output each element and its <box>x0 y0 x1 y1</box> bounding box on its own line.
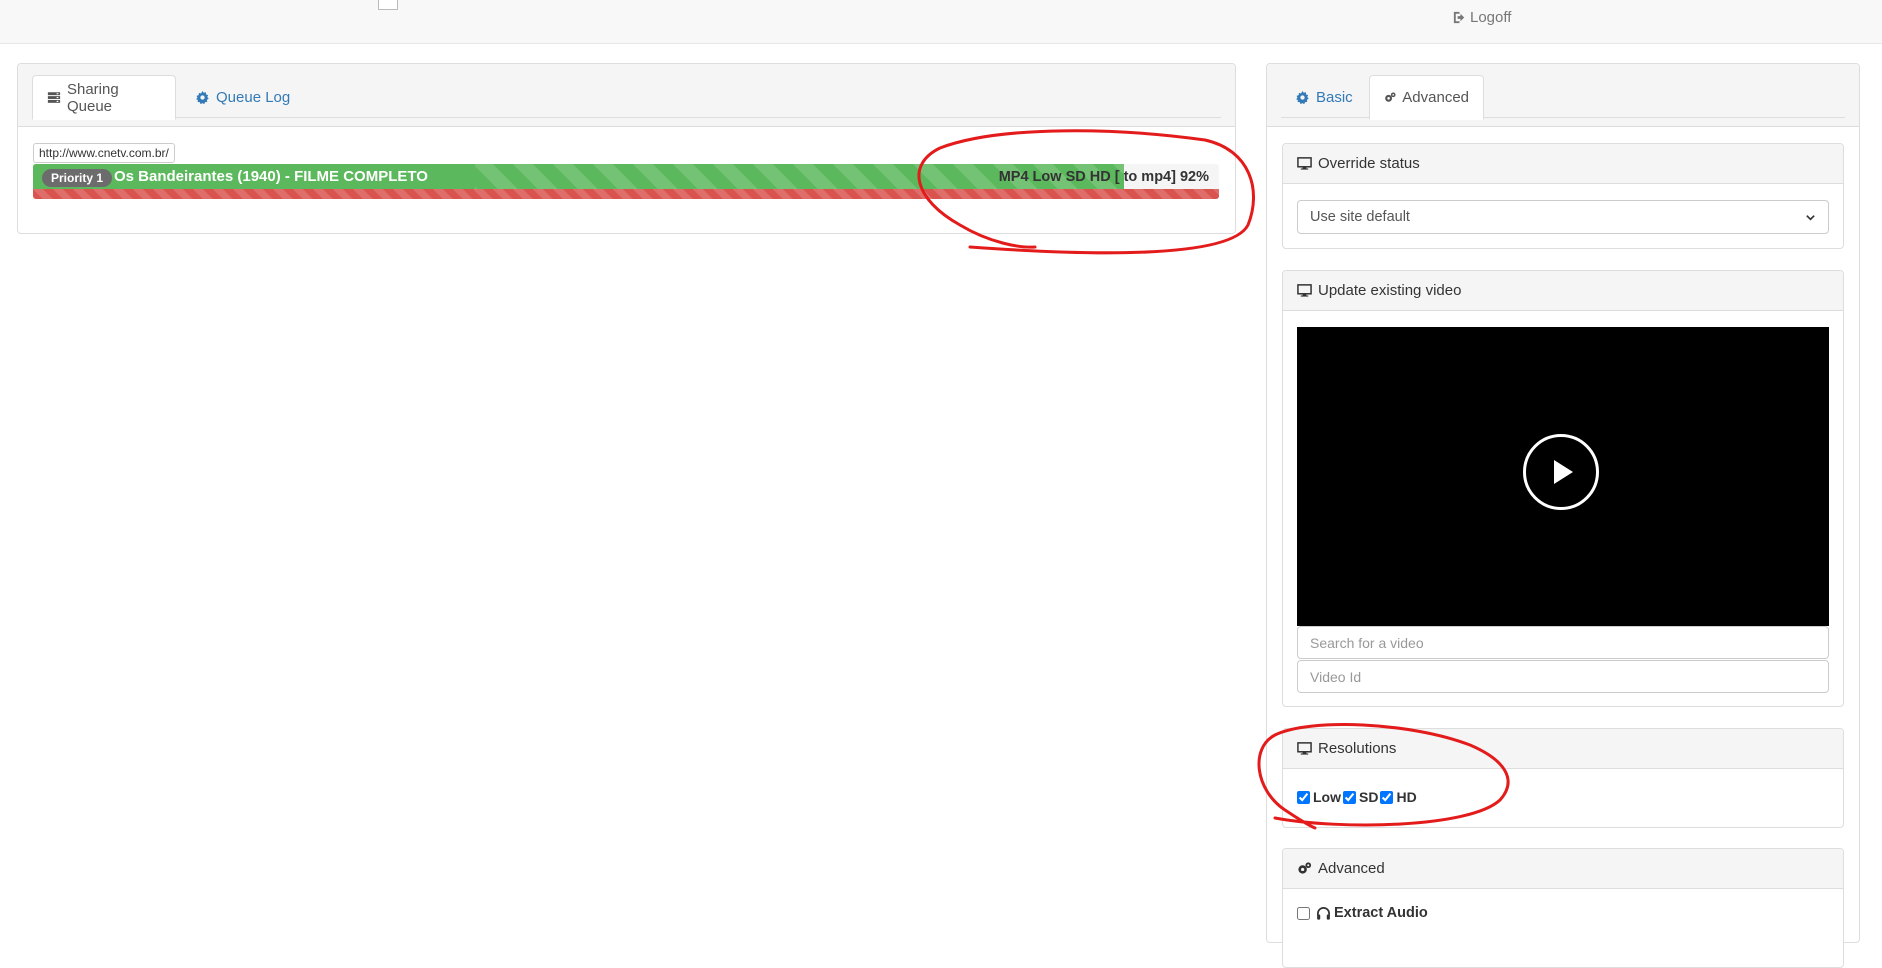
tab-basic-label: Basic <box>1316 89 1353 106</box>
queue-item-progress: Priority 1 Os Bandeirantes (1940) - FILM… <box>33 164 1219 199</box>
video-search-input[interactable] <box>1297 626 1829 659</box>
update-video-panel: Update existing video <box>1282 270 1844 707</box>
monitor-icon <box>1297 742 1312 755</box>
queue-tabs-heading: Sharing Queue Queue Log <box>18 64 1235 127</box>
resolution-sd-label: SD <box>1359 789 1379 805</box>
monitor-icon <box>1297 284 1312 297</box>
override-status-heading: Override status <box>1283 144 1843 184</box>
queue-panel: Sharing Queue Queue Log <box>17 63 1236 234</box>
resolution-hd-label: HD <box>1396 789 1417 805</box>
resolution-options: Low SD HD <box>1297 789 1419 805</box>
resolution-low-checkbox[interactable] <box>1297 790 1310 804</box>
tab-queue-log-label: Queue Log <box>216 89 291 106</box>
priority-badge: Priority 1 <box>42 169 113 187</box>
override-status-select[interactable]: Use site default <box>1297 200 1829 234</box>
override-status-title: Override status <box>1318 155 1420 172</box>
resolutions-title: Resolutions <box>1318 740 1397 757</box>
advanced-heading: Advanced <box>1283 849 1843 889</box>
monitor-icon <box>1297 157 1312 170</box>
extract-audio-option[interactable]: Extract Audio <box>1297 905 1428 921</box>
resolution-sd-checkbox[interactable] <box>1343 790 1356 804</box>
settings-tabs-heading: Basic Advanced <box>1267 64 1859 127</box>
video-id-input[interactable] <box>1297 660 1829 693</box>
queue-item-url[interactable]: http://www.cnetv.com.br/ <box>33 143 175 163</box>
tab-queue-log[interactable]: Queue Log <box>181 75 304 120</box>
queue-item-status: MP4 Low SD HD [ to mp4] 92% <box>998 169 1209 185</box>
server-icon <box>47 92 61 103</box>
logo-image <box>378 0 398 10</box>
resolution-low-label: Low <box>1313 789 1341 805</box>
override-status-value: Use site default <box>1310 209 1410 225</box>
logoff-label: Logoff <box>1470 9 1512 26</box>
video-player[interactable] <box>1297 327 1829 626</box>
resolution-hd-option[interactable]: HD <box>1380 789 1417 805</box>
update-video-title: Update existing video <box>1318 282 1462 299</box>
cogs-icon <box>1298 862 1312 874</box>
queue-item-title: Os Bandeirantes (1940) - FILME COMPLETO <box>114 168 428 185</box>
cogs-icon <box>1385 92 1396 102</box>
resolution-low-option[interactable]: Low <box>1297 789 1341 805</box>
progress-bar-error-stripe <box>33 189 1219 199</box>
update-video-heading: Update existing video <box>1283 271 1843 311</box>
resolution-hd-checkbox[interactable] <box>1380 790 1394 804</box>
tab-sharing-queue[interactable]: Sharing Queue <box>32 75 176 120</box>
override-status-panel: Override status Use site default <box>1282 143 1844 249</box>
chevron-down-icon <box>1806 214 1815 221</box>
tab-advanced-label: Advanced <box>1402 89 1469 106</box>
advanced-panel: Advanced Extract Audio <box>1282 848 1844 968</box>
extract-audio-checkbox[interactable] <box>1297 906 1310 920</box>
gear-icon <box>196 90 209 105</box>
headphones-icon <box>1317 906 1330 920</box>
gear-icon <box>1296 90 1309 105</box>
extract-audio-label: Extract Audio <box>1334 905 1428 921</box>
resolutions-panel: Resolutions Low SD HD <box>1282 728 1844 828</box>
play-icon <box>1554 460 1573 484</box>
play-button[interactable] <box>1523 434 1599 510</box>
sign-out-icon <box>1453 11 1465 24</box>
top-navbar: Logoff <box>0 0 1882 44</box>
resolution-sd-option[interactable]: SD <box>1343 789 1378 805</box>
tab-basic[interactable]: Basic <box>1281 75 1367 120</box>
logoff-link[interactable]: Logoff <box>1452 9 1511 26</box>
advanced-title: Advanced <box>1318 860 1385 877</box>
tab-advanced[interactable]: Advanced <box>1369 75 1484 120</box>
resolutions-heading: Resolutions <box>1283 729 1843 769</box>
tab-sharing-queue-label: Sharing Queue <box>66 80 119 115</box>
settings-panel: Basic Advanced Override status Use site … <box>1266 63 1860 968</box>
